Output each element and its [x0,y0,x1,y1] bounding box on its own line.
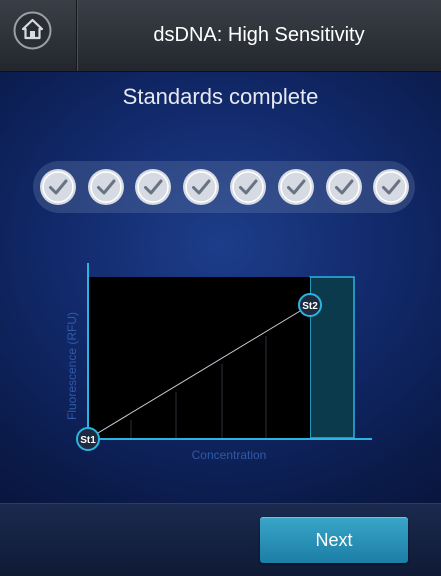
x-axis-label: Concentration [192,448,267,462]
home-button[interactable] [10,8,55,53]
next-button[interactable]: Next [260,517,408,563]
standard-curve-chart: Fluorescence (RFU) Concentration St1 St2 [65,263,372,462]
standard-point-label: St2 [302,301,318,312]
footer-bar: Next [0,503,441,576]
standard-point-label: St1 [80,435,96,446]
title-bar: dsDNA: High Sensitivity [0,0,441,72]
plot-area [88,277,310,438]
page-title: dsDNA: High Sensitivity [153,24,365,46]
main-panel: Standards complete Fluorescence (RFU) Co… [0,72,441,503]
y-axis-label: Fluorescence (RFU) [65,312,79,420]
